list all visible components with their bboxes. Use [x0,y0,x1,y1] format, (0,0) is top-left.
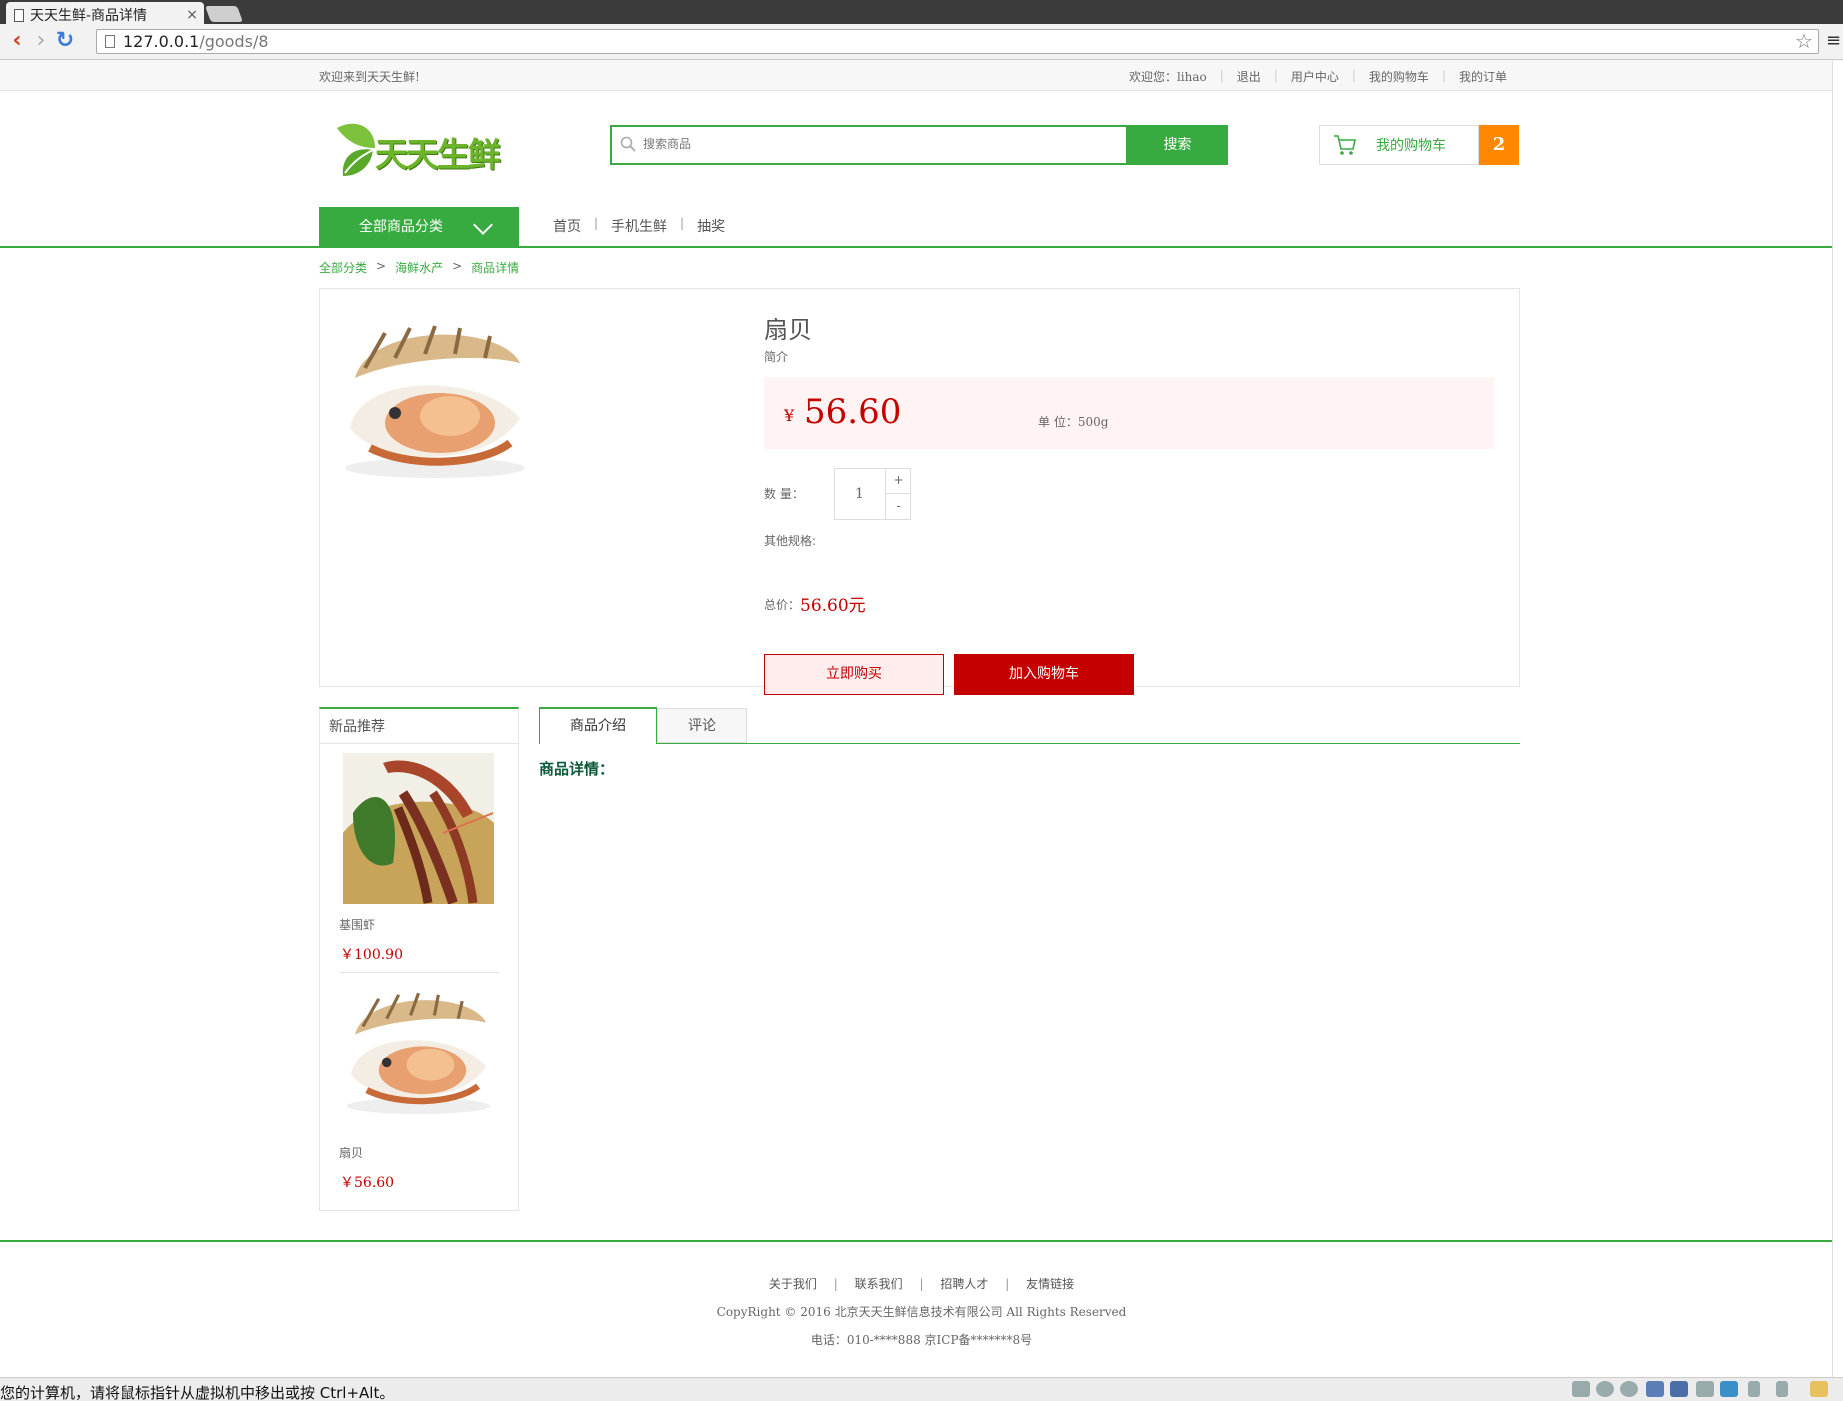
new-product-price: ￥56.60 [340,1175,395,1191]
separator: | [594,216,599,230]
quantity-minus-button[interactable]: - [886,494,911,520]
browser-menu-icon[interactable]: ≡ [1826,30,1841,51]
add-to-cart-button[interactable]: 加入购物车 [954,654,1134,695]
new-product-name[interactable]: 基围虾 [339,916,375,933]
scallop-image [345,325,525,478]
shrimp-image[interactable] [343,753,494,904]
footer-about[interactable]: 关于我们 [769,1277,817,1291]
divider [320,743,518,744]
breadcrumb-sep: > [376,259,387,273]
footer-contact[interactable]: 联系我们 [855,1277,903,1291]
logo-text[interactable]: 天天生鲜 [375,128,501,176]
other-spec-label: 其他规格: [764,534,817,548]
product-unit: 单 位：500g [1038,415,1109,429]
new-product-name[interactable]: 扇贝 [339,1144,363,1161]
price-symbol: ¥ [784,406,795,425]
my-cart-link[interactable]: 我的购物车 [1356,68,1442,85]
close-icon[interactable]: × [186,7,198,23]
product-name: 扇贝 [764,316,812,344]
sound-icon [1720,1381,1738,1397]
site-topbar: 欢迎来到天天生鲜! 欢迎您：lihao | 退出 | 用户中心 | 我的购物车 … [0,60,1843,91]
vm-status-text: 您的计算机，请将鼠标指针从虚拟机中移出或按 Ctrl+Alt。 [0,1384,395,1401]
url-path: /goods/8 [199,32,269,51]
quantity-label: 数 量： [764,487,804,501]
bookmark-star-icon[interactable]: ☆ [1795,29,1813,53]
footer-divider [0,1240,1843,1242]
cd-icon [1596,1381,1614,1397]
contact-info: 电话：010-****888 京ICP备*******8号 [810,1333,1033,1347]
product-price: 56.60 [804,392,902,432]
tab-underline [539,743,1520,744]
new-tab-button[interactable] [205,6,243,22]
detail-title: 商品详情： [539,760,615,778]
page-icon [105,35,115,48]
breadcrumb-current: 商品详情 [471,261,520,275]
user-links: 欢迎您：lihao | 退出 | 用户中心 | 我的购物车 | 我的订单 [1116,68,1520,85]
new-products-title: 新品推荐 [329,719,385,735]
total-label: 总价： [764,598,801,612]
printer-icon [1696,1381,1714,1397]
buy-now-button[interactable]: 立即购买 [764,654,944,695]
cd-icon [1620,1381,1638,1397]
reload-icon[interactable]: ↻ [54,30,76,52]
user-greeting: 欢迎您：lihao [1128,70,1207,84]
disk-icon [1572,1381,1590,1397]
product-desc: 简介 [764,350,789,364]
breadcrumb: 全部分类 > 海鲜水产 > 商品详情 [319,259,519,276]
nav-divider [0,246,1843,248]
search-input[interactable] [643,130,1113,158]
nav-mobile-fresh[interactable]: 手机生鲜 [611,216,667,236]
logout-link[interactable]: 退出 [1224,68,1274,85]
tab-comments[interactable]: 评论 [657,708,747,743]
nav-lottery[interactable]: 抽奖 [697,216,725,236]
separator: | [680,216,685,230]
usb-icon [1776,1381,1788,1397]
page-scrollbar[interactable] [1832,61,1843,1377]
address-bar[interactable]: 127.0.0.1/goods/8 [96,29,1819,54]
separator: | [919,1277,924,1291]
network-icon [1670,1381,1688,1397]
message-icon [1810,1381,1828,1397]
url-host: 127.0.0.1 [123,32,200,51]
usb-icon [1748,1381,1760,1397]
divider [339,972,499,973]
footer-friend-links[interactable]: 友情链接 [1026,1277,1074,1291]
user-center-link[interactable]: 用户中心 [1278,68,1352,85]
browser-tab[interactable]: 天天生鲜-商品详情 × [6,2,204,26]
footer-jobs[interactable]: 招聘人才 [940,1277,988,1291]
browser-tab-title: 天天生鲜-商品详情 [30,8,148,24]
nav-home[interactable]: 首页 [553,216,581,236]
quantity-input[interactable]: 1 [834,468,886,520]
cart-label[interactable]: 我的购物车 [1376,135,1446,155]
footer-links: 关于我们 | 联系我们 | 招聘人才 | 友情链接 [0,1275,1843,1292]
my-orders-link[interactable]: 我的订单 [1446,68,1520,85]
breadcrumb-seafood[interactable]: 海鲜水产 [395,259,443,276]
back-icon[interactable]: ‹ [6,30,28,52]
copyright: CopyRight © 2016 北京天天生鲜信息技术有限公司 All Righ… [716,1305,1127,1319]
tab-product-intro[interactable]: 商品介绍 [539,707,657,744]
scallop-image[interactable] [343,986,494,1118]
breadcrumb-sep: > [452,259,463,273]
quantity-plus-button[interactable]: + [886,468,911,494]
new-product-price: ￥100.90 [340,947,403,963]
separator: | [833,1277,838,1291]
total-price: 56.60元 [800,596,866,616]
breadcrumb-all[interactable]: 全部分类 [319,259,367,276]
floppy-icon [1646,1381,1664,1397]
cart-count-badge[interactable]: 2 [1479,125,1519,165]
browser-tabstrip [0,0,1843,24]
search-button[interactable]: 搜索 [1127,125,1228,165]
welcome-text: 欢迎来到天天生鲜! [319,70,420,84]
main-nav: 首页 | 手机生鲜 | 抽奖 [553,216,725,236]
forward-icon[interactable]: › [30,30,52,52]
separator: | [1005,1277,1010,1291]
search-icon [620,136,636,152]
page-icon [14,8,24,22]
cart-icon [1334,135,1356,155]
